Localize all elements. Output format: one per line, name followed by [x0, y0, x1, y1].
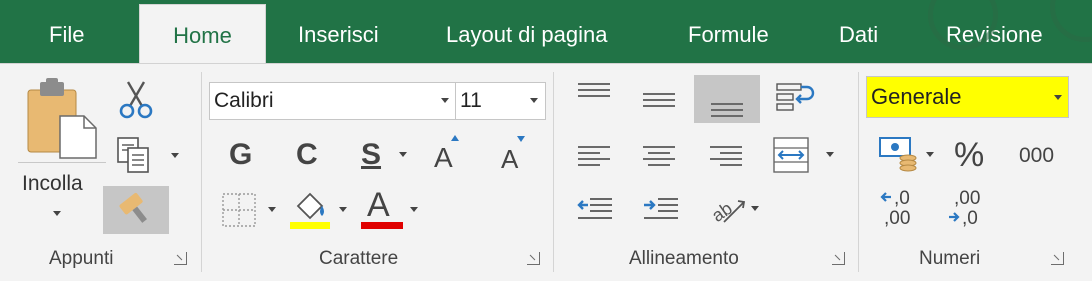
accounting-dropdown-chevron-down-icon[interactable] — [926, 152, 934, 157]
tab-formule[interactable]: Formule — [688, 0, 769, 63]
fill-color-bucket-icon[interactable] — [290, 190, 332, 232]
format-painter-button[interactable] — [103, 186, 169, 234]
copy-dropdown-chevron-down-icon[interactable] — [171, 153, 179, 158]
align-bottom-button[interactable] — [694, 75, 760, 123]
tab-dati[interactable]: Dati — [839, 0, 878, 63]
decrease-decimal-bottom: ,0 — [962, 208, 978, 229]
tab-inserisci[interactable]: Inserisci — [298, 0, 379, 63]
font-color-dropdown-chevron-down-icon[interactable] — [410, 207, 418, 212]
decrease-decimal-button[interactable]: ,00 ,0 — [946, 188, 990, 232]
group-separator — [858, 72, 859, 272]
font-size-combobox[interactable]: 11 — [455, 82, 546, 120]
number-format-chevron-down-icon[interactable] — [1054, 95, 1062, 100]
align-left-icon[interactable] — [578, 144, 612, 168]
fill-color-swatch — [290, 222, 330, 229]
font-name-chevron-down-icon[interactable] — [441, 98, 449, 103]
font-color-swatch — [361, 222, 403, 229]
italic-button[interactable]: C — [296, 138, 318, 172]
font-size-chevron-down-icon[interactable] — [530, 98, 538, 103]
tab-home[interactable]: Home — [139, 4, 266, 63]
right-arrow-icon — [948, 210, 960, 229]
cut-scissors-icon[interactable] — [118, 80, 154, 120]
group-separator — [553, 72, 554, 272]
align-center-icon[interactable] — [643, 144, 677, 168]
increase-indent-icon[interactable] — [642, 196, 680, 222]
paste-dropdown-chevron-down-icon[interactable] — [53, 211, 61, 216]
ribbon-tab-bar: File Home Inserisci Layout di pagina For… — [0, 0, 1092, 63]
underline-button[interactable]: S — [361, 138, 381, 172]
appunti-dialog-launcher-icon[interactable] — [174, 252, 187, 265]
font-color-button[interactable]: A — [361, 184, 403, 232]
shrink-arrow-icon — [517, 136, 525, 142]
increase-decimal-top: ,0 — [894, 188, 910, 209]
group-label-appunti: Appunti — [49, 248, 114, 269]
font-size-value: 11 — [460, 89, 482, 112]
group-label-carattere: Carattere — [319, 248, 399, 269]
increase-decimal-button[interactable]: ,0 ,00 — [880, 188, 924, 232]
font-name-combobox[interactable]: Calibri — [209, 82, 456, 120]
shrink-font-button[interactable]: A — [501, 144, 518, 175]
ribbon-home: Incolla Appunti Calibri 11 G C S A A A C… — [0, 63, 1092, 281]
borders-icon[interactable] — [221, 192, 257, 228]
decrease-indent-icon[interactable] — [576, 196, 614, 222]
number-format-combobox[interactable]: Generale — [866, 76, 1069, 118]
wrap-text-icon[interactable] — [775, 80, 815, 116]
divider — [18, 162, 106, 163]
align-right-icon[interactable] — [710, 144, 744, 168]
grow-arrow-icon — [451, 135, 459, 141]
underline-dropdown-chevron-down-icon[interactable] — [399, 152, 407, 157]
paste-icon[interactable] — [22, 76, 102, 166]
borders-dropdown-chevron-down-icon[interactable] — [268, 207, 276, 212]
allineamento-dialog-launcher-icon[interactable] — [832, 252, 845, 265]
increase-decimal-bottom: ,00 — [884, 208, 911, 229]
group-separator — [201, 72, 202, 272]
grow-font-button[interactable]: A — [434, 142, 453, 174]
fill-color-dropdown-chevron-down-icon[interactable] — [339, 207, 347, 212]
numeri-dialog-launcher-icon[interactable] — [1051, 252, 1064, 265]
svg-text:ab: ab — [708, 198, 736, 226]
font-color-letter: A — [367, 186, 390, 224]
group-label-allineamento: Allineamento — [629, 248, 739, 269]
percent-style-button[interactable]: % — [954, 136, 984, 175]
background-decoration-icon — [1050, 0, 1092, 42]
align-top-icon[interactable] — [578, 80, 612, 104]
align-middle-icon[interactable] — [643, 90, 677, 114]
paste-button[interactable]: Incolla — [22, 172, 83, 196]
carattere-dialog-launcher-icon[interactable] — [527, 252, 540, 265]
merge-dropdown-chevron-down-icon[interactable] — [826, 152, 834, 157]
comma-style-button[interactable]: 000 — [1019, 144, 1054, 168]
decrease-decimal-top: ,00 — [954, 188, 981, 209]
accounting-format-icon[interactable] — [878, 134, 922, 174]
number-format-value: Generale — [871, 84, 962, 109]
copy-icon[interactable] — [116, 136, 152, 176]
orientation-icon[interactable]: ab — [706, 188, 750, 228]
group-label-numeri: Numeri — [919, 248, 981, 269]
tab-layout-di-pagina[interactable]: Layout di pagina — [446, 0, 607, 63]
tab-file[interactable]: File — [49, 0, 84, 63]
bold-button[interactable]: G — [229, 138, 252, 172]
orientation-dropdown-chevron-down-icon[interactable] — [751, 206, 759, 211]
font-name-value: Calibri — [214, 89, 274, 112]
merge-center-icon[interactable] — [772, 136, 810, 174]
